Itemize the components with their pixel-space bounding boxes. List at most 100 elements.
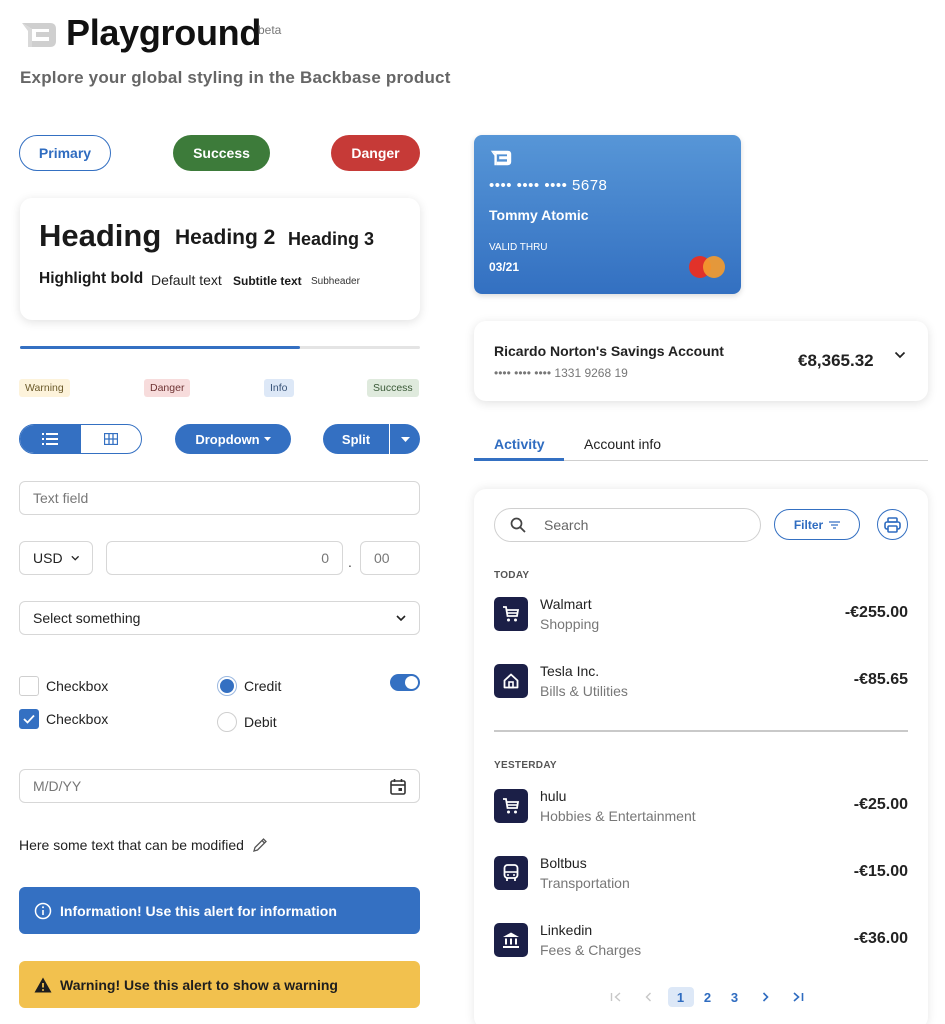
caret-down-icon	[263, 437, 271, 441]
transaction-row[interactable]: Boltbus Transportation -€15.00	[494, 853, 908, 893]
default-text: Default text	[151, 272, 222, 288]
pagination: 1 2 3	[602, 987, 811, 1007]
page-subtitle: Explore your global styling in the Backb…	[20, 68, 451, 87]
select-something-dropdown[interactable]: Select something	[19, 601, 420, 635]
heading-3: Heading 3	[288, 229, 375, 249]
transaction-icon	[494, 856, 528, 890]
danger-badge: Danger	[144, 379, 191, 397]
currency-select[interactable]: USD	[19, 541, 93, 575]
first-page-button[interactable]	[603, 987, 629, 1007]
tab-account-info[interactable]: Account info	[584, 436, 661, 452]
cents-input[interactable]: 00	[360, 541, 420, 575]
radio-credit[interactable]	[217, 676, 237, 696]
transaction-row[interactable]: Linkedin Fees & Charges -€36.00	[494, 920, 908, 960]
last-page-icon	[792, 992, 803, 1002]
filter-button[interactable]: Filter	[774, 509, 860, 540]
transaction-icon	[494, 789, 528, 823]
radio-debit[interactable]	[217, 712, 237, 732]
checkbox-unchecked[interactable]	[19, 676, 39, 696]
group-label-yesterday: YESTERDAY	[494, 760, 557, 771]
success-button[interactable]: Success	[173, 135, 270, 171]
progress-bar-fill	[20, 346, 300, 349]
list-view-button[interactable]	[20, 425, 81, 453]
tab-activity[interactable]: Activity	[494, 436, 545, 452]
info-alert: Information! Use this alert for informat…	[19, 887, 420, 934]
print-icon	[884, 516, 901, 533]
transaction-category: Transportation	[540, 875, 630, 891]
page-3-button[interactable]: 3	[722, 987, 748, 1007]
chevron-right-icon	[762, 992, 769, 1002]
grid-view-button[interactable]	[81, 425, 142, 453]
chevron-down-icon	[396, 615, 406, 621]
pencil-icon[interactable]	[252, 837, 268, 853]
split-button-main[interactable]: Split	[323, 424, 390, 454]
checkbox-label: Checkbox	[46, 678, 109, 694]
card-number: •••• •••• •••• 5678	[489, 177, 608, 194]
text-field-input[interactable]: Text field	[19, 481, 420, 515]
date-placeholder: M/D/YY	[33, 778, 82, 794]
previous-page-button[interactable]	[635, 987, 661, 1007]
info-badge: Info	[264, 379, 294, 397]
last-page-button[interactable]	[785, 987, 811, 1007]
checkbox-checked[interactable]	[19, 709, 39, 729]
primary-button[interactable]: Primary	[19, 135, 111, 171]
card-holder: Tommy Atomic	[489, 207, 589, 223]
transaction-row[interactable]: hulu Hobbies & Entertainment -€25.00	[494, 786, 908, 826]
info-icon	[34, 902, 52, 919]
bus-icon	[503, 864, 519, 881]
chevron-left-icon	[645, 992, 651, 1002]
transaction-amount: -€36.00	[853, 930, 908, 947]
dropdown-button[interactable]: Dropdown	[175, 424, 291, 454]
page-2-button[interactable]: 2	[695, 987, 721, 1007]
decimal-separator: .	[348, 554, 352, 570]
filter-button-label: Filter	[793, 517, 824, 532]
grid-icon	[103, 433, 118, 445]
payment-card[interactable]: •••• •••• •••• 5678 Tommy Atomic VALID T…	[474, 135, 741, 294]
progress-bar	[20, 346, 420, 349]
split-button-toggle[interactable]	[390, 424, 420, 454]
transaction-icon	[494, 664, 528, 698]
transaction-amount: -€255.00	[844, 604, 908, 621]
transaction-name: hulu	[540, 788, 567, 804]
check-icon	[23, 714, 35, 724]
cart-icon	[503, 798, 520, 814]
transaction-amount: -€25.00	[853, 796, 908, 813]
valid-thru-label: VALID THRU	[489, 242, 548, 253]
filter-icon	[829, 520, 841, 529]
editable-text[interactable]: Here some text that can be modified	[19, 837, 268, 853]
transaction-amount: -€85.65	[853, 671, 908, 688]
transaction-name: Linkedin	[540, 922, 593, 938]
chevron-down-icon[interactable]	[894, 351, 906, 359]
mastercard-icon	[689, 256, 725, 278]
warning-alert: Warning! Use this alert to show a warnin…	[19, 961, 420, 1008]
transaction-amount: -€15.00	[853, 863, 908, 880]
home-icon	[503, 673, 519, 689]
page-1-button[interactable]: 1	[667, 987, 694, 1007]
transaction-row[interactable]: Walmart Shopping -€255.00	[494, 594, 908, 634]
account-card[interactable]: Ricardo Norton's Savings Account •••• ••…	[474, 321, 928, 401]
backbase-logo-icon	[490, 150, 512, 166]
date-input[interactable]: M/D/YY	[19, 769, 420, 803]
list-icon	[42, 433, 59, 445]
account-number: •••• •••• •••• 1331 9268 19	[494, 366, 628, 380]
account-balance: €8,365.32	[798, 351, 874, 370]
backbase-logo-icon	[22, 23, 56, 47]
activity-panel: Search Filter TODAY Walmart Shopping -€2…	[474, 489, 928, 1024]
cart-icon	[503, 606, 520, 622]
search-icon	[510, 517, 526, 533]
select-value: Select something	[33, 610, 141, 626]
account-name: Ricardo Norton's Savings Account	[494, 343, 724, 359]
calendar-icon[interactable]	[390, 778, 406, 795]
beta-label: beta	[258, 23, 282, 37]
transaction-row[interactable]: Tesla Inc. Bills & Utilities -€85.65	[494, 661, 908, 701]
bank-icon	[503, 932, 519, 948]
danger-button[interactable]: Danger	[331, 135, 420, 171]
toggle-switch[interactable]	[390, 674, 420, 691]
search-input[interactable]: Search	[494, 508, 761, 542]
first-page-icon	[610, 992, 620, 1002]
next-page-button[interactable]	[752, 987, 778, 1007]
amount-input[interactable]: 0	[106, 541, 343, 575]
typography-card: Heading Heading 2 Heading 3 Highlight bo…	[20, 198, 420, 320]
print-button[interactable]	[877, 509, 908, 540]
radio-credit-label: Credit	[244, 678, 282, 694]
